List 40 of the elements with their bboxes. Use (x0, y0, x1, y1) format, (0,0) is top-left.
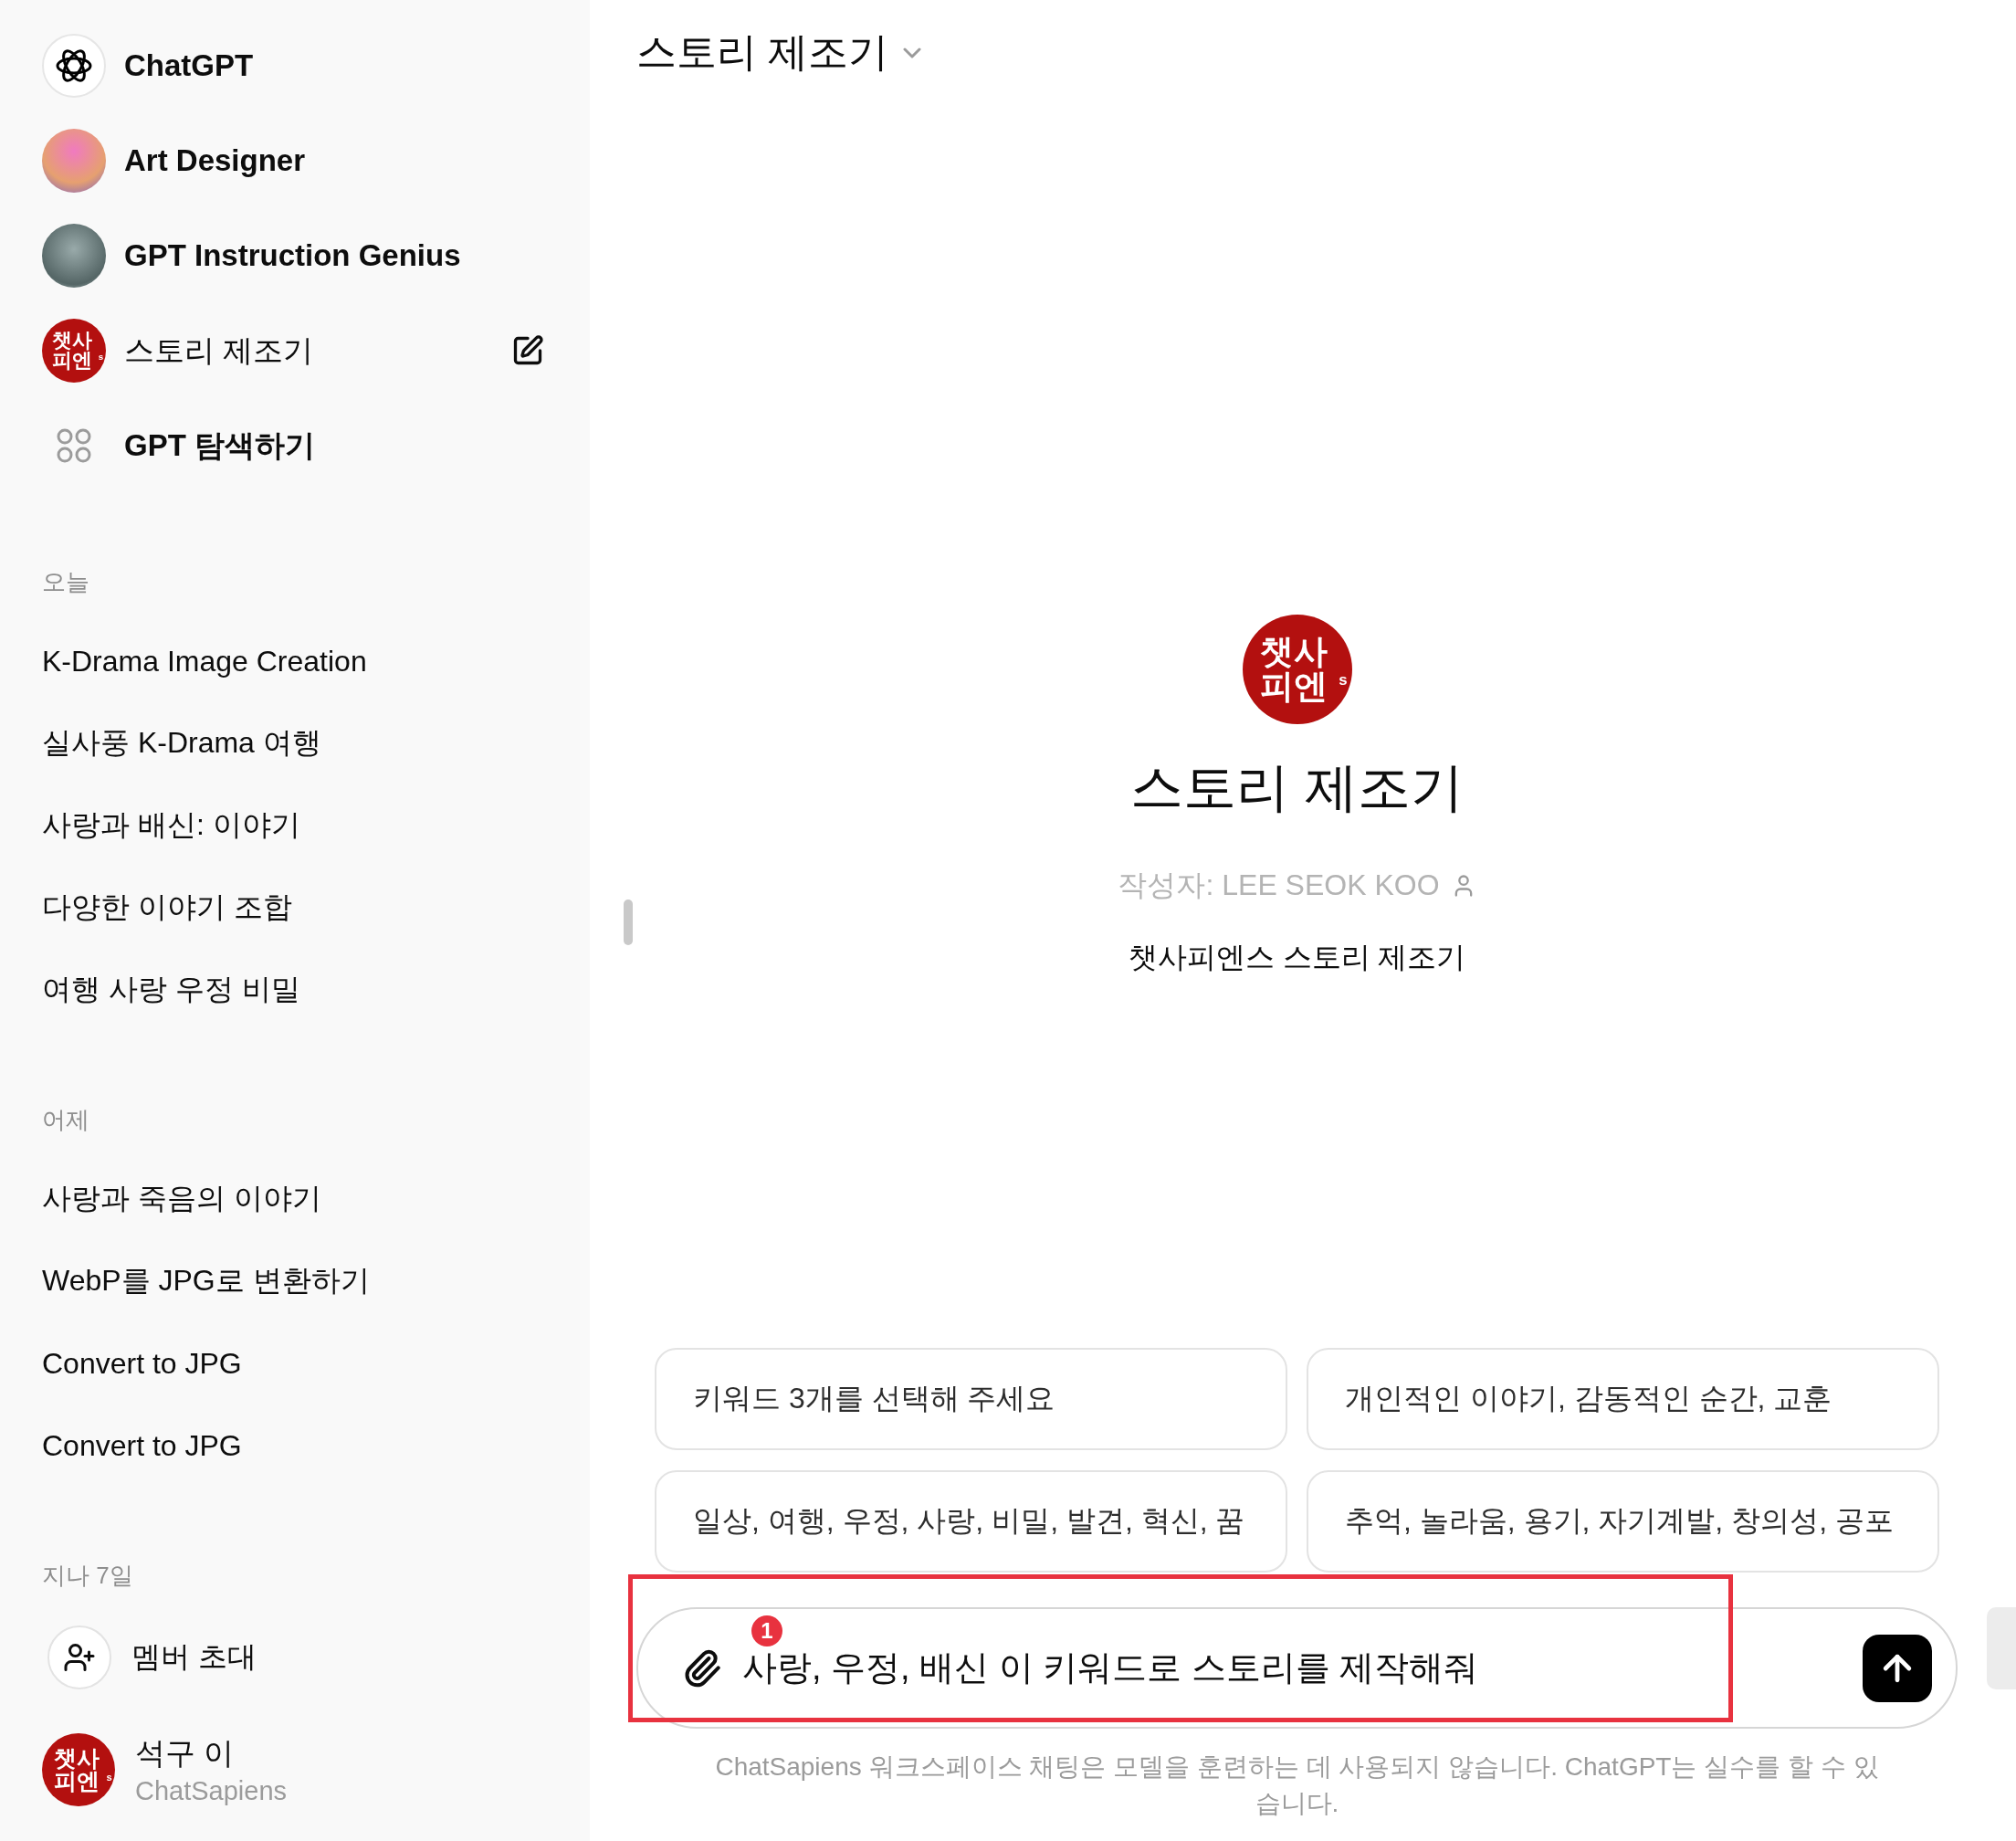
chevron-icon (903, 47, 922, 58)
gpt-link[interactable]: ChatGPT (124, 48, 544, 83)
chat-history-item[interactable]: 사랑과 배신: 이야기 (42, 784, 590, 867)
chat-history-item[interactable]: K-Drama Image Creation (42, 620, 590, 702)
chat-history-item[interactable]: 여행 사랑 우정 비밀 (42, 949, 590, 1031)
model-selector[interactable]: 스토리 제조기 (636, 26, 922, 79)
workspace-name: ChatSapiens (135, 1776, 288, 1806)
logo-avatar: 챗사 피엔 s (1242, 615, 1352, 724)
logo-avatar: 챗사 피엔 s (42, 319, 106, 383)
disclaimer-text: ChatSapiens 워크스페이스 채팅은 모델을 훈련하는 데 사용되지 않습니다. ChatGPT는 실수를 할 수 있습니다. (714, 1752, 1880, 1819)
paperclip-icon[interactable] (682, 1647, 722, 1688)
invite-link[interactable]: 멤버 초대 (131, 1637, 257, 1678)
chat-history-item[interactable]: 사랑과 죽음의 이야기 (42, 1158, 590, 1240)
suggestion-card[interactable]: 추억, 놀라움, 용기, 자기계발, 창의성, 공포 (1307, 1470, 1939, 1573)
scroll-handle[interactable] (624, 899, 633, 945)
suggestion-card[interactable]: 개인적인 이야기, 감동적인 순간, 교훈 (1307, 1348, 1939, 1450)
gpt-title: 스토리 제조기 (1130, 756, 1464, 818)
section-heading: 지나 7일 (42, 1560, 134, 1591)
suggestion-card[interactable]: 일상, 여행, 우정, 사랑, 비밀, 발견, 혁신, 꿈 (655, 1470, 1287, 1573)
grid-icon (56, 427, 92, 464)
chat-history-item[interactable]: 실사풍 K-Drama 여행 (42, 702, 590, 784)
suggestion-card[interactable]: 키워드 3개를 선택해 주세요 (655, 1348, 1287, 1450)
gpt-link[interactable]: Art Designer (124, 143, 544, 178)
section-heading: 오늘 (42, 566, 90, 597)
gpt-link[interactable]: GPT Instruction Genius (124, 238, 544, 273)
message-input[interactable]: 사랑, 우정, 배신 이 키워드로 스토리를 제작해줘 (742, 1648, 1843, 1688)
gpt-link[interactable]: GPT 탐색하기 (124, 425, 544, 467)
chat-history-item[interactable]: 다양한 이야기 조합 (42, 867, 590, 949)
gpt-link[interactable]: 스토리 제조기 (124, 330, 493, 372)
gpt-description: 챗사피엔스 스토리 제조기 (1128, 940, 1466, 975)
logo-avatar: 챗사 피엔 s (42, 1733, 115, 1806)
chat-history-item[interactable]: WebP를 JPG로 변환하기 (42, 1240, 590, 1322)
section-heading: 어제 (42, 1104, 90, 1135)
author-text: 작성자: LEE SEOK KOO (1118, 868, 1440, 903)
chat-history-item[interactable]: Convert to JPG (42, 1322, 590, 1404)
user-name: 석구 이 (135, 1735, 236, 1772)
chat-history-item[interactable]: Convert to JPG (42, 1404, 590, 1487)
edit-icon[interactable] (511, 334, 544, 367)
user-plus-icon (63, 1641, 96, 1674)
send-button[interactable] (1863, 1634, 1932, 1702)
